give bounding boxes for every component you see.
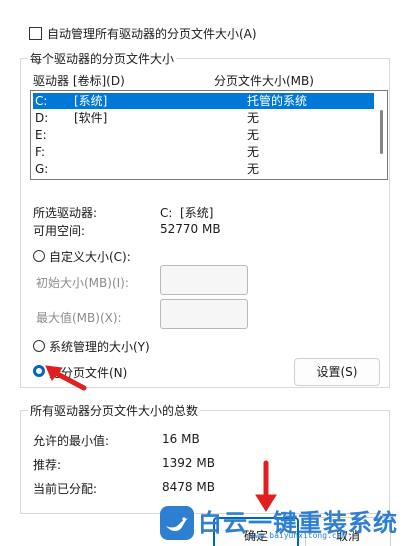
watermark-url: www.baiyunxitong.com: [250, 531, 347, 540]
drive-page-size: 无: [247, 128, 260, 142]
recommended-label: 推荐:: [33, 458, 62, 472]
annotation-arrow-radio: [45, 365, 87, 391]
drive-row-e[interactable]: E: 无: [33, 127, 374, 143]
drive-letter: C:: [35, 94, 48, 108]
drive-page-size: 无: [247, 145, 260, 159]
free-space-value: 52770 MB: [160, 222, 221, 236]
max-size-label: 最大值(MB)(X):: [36, 311, 122, 325]
total-group-title: 所有驱动器分页文件大小的总数: [28, 402, 201, 419]
drive-volume-label: [系统]: [74, 94, 108, 108]
drive-letter: D:: [35, 111, 49, 125]
drive-letter: E:: [35, 128, 47, 142]
drive-list[interactable]: C: [系统] 托管的系统 D: [软件] 无 E: 无 F: 无 G: 无: [30, 90, 388, 180]
min-allowed-value: 16 MB: [162, 432, 200, 446]
selected-drive-label: 所选驱动器:: [33, 206, 98, 220]
custom-size-label[interactable]: 自定义大小(C):: [49, 248, 131, 265]
system-managed-label[interactable]: 系统管理的大小(Y): [49, 338, 150, 355]
drive-page-size: 无: [247, 162, 260, 176]
per-drive-group-title: 每个驱动器的分页文件大小: [28, 50, 177, 67]
drive-page-size: 无: [247, 111, 260, 125]
drive-row-g[interactable]: G: 无: [33, 161, 374, 177]
current-allocated-label: 当前已分配:: [33, 482, 98, 496]
max-size-input[interactable]: [160, 299, 248, 329]
auto-manage-label[interactable]: 自动管理所有驱动器的分页文件大小(A): [47, 25, 257, 42]
drive-letter: G:: [35, 162, 49, 176]
initial-size-input[interactable]: [160, 265, 248, 295]
bird-logo-icon: [160, 506, 194, 540]
min-allowed-label: 允许的最小值:: [33, 434, 110, 448]
drive-row-c[interactable]: C: [系统] 托管的系统: [33, 93, 374, 109]
drive-row-f[interactable]: F: 无: [33, 144, 374, 160]
drive-page-size: 托管的系统: [247, 94, 308, 108]
column-header-size[interactable]: 分页文件大小(MB): [214, 72, 314, 89]
current-allocated-value: 8478 MB: [162, 480, 215, 494]
column-header-drive[interactable]: 驱动器 [卷标](D): [33, 72, 125, 89]
drive-row-d[interactable]: D: [软件] 无: [33, 110, 374, 126]
recommended-value: 1392 MB: [162, 456, 215, 470]
custom-size-radio[interactable]: [33, 250, 45, 262]
auto-manage-checkbox[interactable]: [29, 27, 42, 40]
drive-letter: F:: [35, 145, 46, 159]
system-managed-radio[interactable]: [33, 340, 45, 352]
scrollbar-thumb[interactable]: [380, 110, 383, 154]
list-scrollbar[interactable]: [377, 92, 386, 178]
set-button[interactable]: 设置(S): [294, 358, 380, 386]
initial-size-label: 初始大小(MB)(I):: [36, 276, 129, 290]
selected-drive-value: C: [系统]: [160, 206, 214, 220]
drive-volume-label: [软件]: [74, 111, 108, 125]
free-space-label: 可用空间:: [33, 224, 86, 238]
